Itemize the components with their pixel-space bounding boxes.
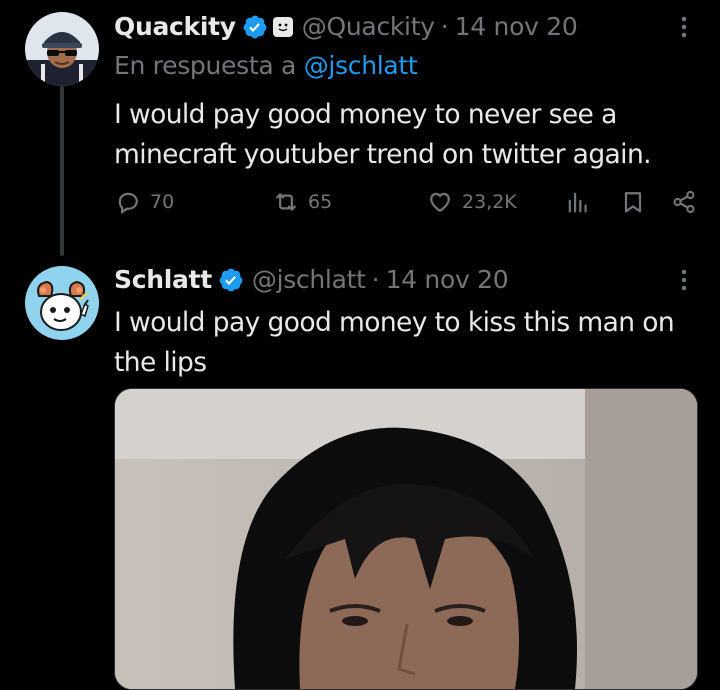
reply-count: 70 [150, 191, 175, 213]
bookmark-icon [619, 188, 647, 216]
schlatt-avatar-image [25, 266, 99, 340]
bookmark-button[interactable] [619, 188, 647, 216]
tweet-header: Schlatt @jschlatt · 14 nov 20 [114, 265, 509, 295]
author-name[interactable]: Schlatt [114, 265, 212, 295]
quackity-avatar[interactable] [25, 12, 99, 86]
views-button[interactable] [564, 188, 592, 216]
tweet-date[interactable]: 14 nov 20 [455, 12, 578, 42]
like-button[interactable]: 23,2K [426, 188, 517, 216]
quackity-avatar-image [25, 12, 99, 86]
tweet-actions: 70 65 23,2K [114, 188, 700, 222]
heart-icon [426, 188, 454, 216]
like-count: 23,2K [462, 191, 517, 213]
photo-image [115, 389, 697, 689]
reply-context: En respuesta a @jschlatt [114, 50, 418, 82]
author-name[interactable]: Quackity [114, 12, 236, 42]
schlatt-avatar[interactable] [25, 266, 99, 340]
reply-prefix: En respuesta a [114, 51, 297, 80]
separator-dot: · [440, 12, 449, 41]
thread-connector-line [60, 86, 64, 256]
retweet-button[interactable]: 65 [272, 188, 332, 216]
separator-dot: · [371, 265, 380, 294]
tweet-text: I would pay good money to never see a mi… [114, 99, 652, 170]
more-options-icon[interactable] [674, 12, 694, 42]
retweet-count: 65 [308, 191, 333, 213]
more-options-icon[interactable] [674, 265, 694, 295]
analytics-icon [564, 188, 592, 216]
tweet-header: Quackity @Quackity · 14 nov 20 [114, 12, 578, 42]
author-handle[interactable]: @Quackity [302, 12, 435, 42]
verified-badge-icon [218, 267, 244, 293]
tweet-photo[interactable] [114, 388, 698, 690]
reply-to-link[interactable]: @jschlatt [304, 51, 418, 80]
affiliate-badge-icon [272, 16, 294, 38]
share-button[interactable] [670, 188, 698, 216]
tweet-date[interactable]: 14 nov 20 [386, 265, 509, 295]
share-icon [670, 188, 698, 216]
reply-icon [114, 188, 142, 216]
author-handle[interactable]: @jschlatt [252, 265, 366, 295]
verified-badge-icon [242, 14, 268, 40]
tweet-text: I would pay good money to kiss this man … [114, 307, 675, 378]
retweet-icon [272, 188, 300, 216]
reply-button[interactable]: 70 [114, 188, 174, 216]
